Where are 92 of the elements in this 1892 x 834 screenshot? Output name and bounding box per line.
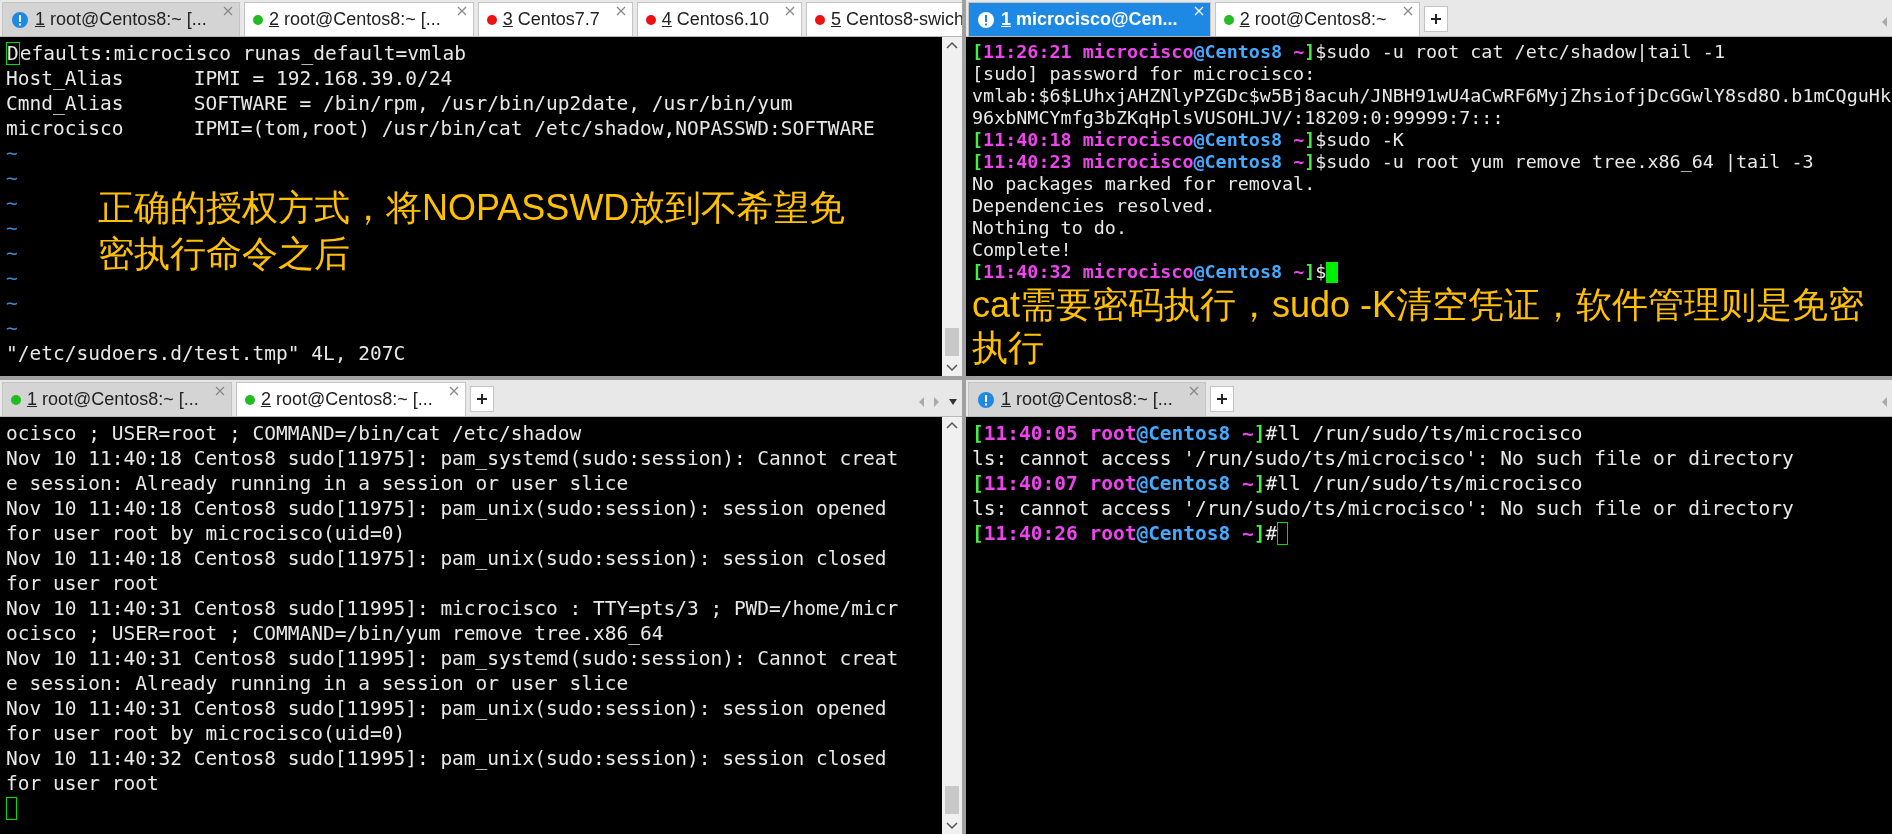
close-icon[interactable]: [1402, 6, 1413, 16]
tab[interactable]: 1 root@Centos8:~ [...: [2, 2, 240, 36]
terminal-line: Nov 10 11:40:18 Centos8 sudo[11975]: pam_unix(sudo:session): session opened: [6, 496, 887, 521]
tilde-marker: ~: [6, 141, 18, 166]
terminal-line: e session: Already running in a session or user slice: [6, 471, 629, 496]
new-tab-button[interactable]: [1209, 386, 1234, 412]
tilde-marker: ~: [6, 166, 18, 191]
close-icon[interactable]: [1188, 386, 1199, 396]
new-tab-button[interactable]: [1423, 6, 1448, 32]
terminal-line: Host_Alias IPMI = 192.168.39.0/24: [6, 66, 453, 91]
close-icon[interactable]: [448, 386, 459, 396]
terminal-line: No packages marked for removal.: [972, 173, 1316, 195]
terminal-line: efaults:microcisco runas_default=vmlab: [19, 41, 466, 66]
command-text: ll /run/sudo/ts/microcisco: [1277, 421, 1583, 446]
tab[interactable]: 1 microcisco@Cen...: [968, 2, 1211, 36]
terminal-line: [sudo] password for microcisco:: [972, 63, 1316, 85]
alert-icon: [977, 10, 995, 29]
scroll-down-icon[interactable]: [946, 364, 958, 372]
terminal-line: for user root: [6, 771, 159, 796]
new-tab-button[interactable]: [469, 386, 494, 412]
terminal-line: for user root by microcisco(uid=0): [6, 721, 406, 746]
scroll-right-icon[interactable]: [933, 396, 940, 408]
scroll-up-icon[interactable]: [946, 41, 958, 49]
dropdown-icon[interactable]: [948, 398, 958, 406]
terminal-line: Nov 10 11:40:32 Centos8 sudo[11995]: pam_unix(sudo:session): session closed: [6, 746, 887, 771]
terminal-line: "/etc/sudoers.d/test.tmp" 4L, 207C: [6, 341, 406, 366]
terminal-line: Nov 10 11:40:31 Centos8 sudo[11995]: pam_systemd(sudo:session): Cannot creat: [6, 646, 899, 671]
scroll-down-icon[interactable]: [946, 822, 958, 830]
close-icon[interactable]: [456, 6, 467, 16]
terminal-line: e session: Already running in a session or user slice: [6, 671, 629, 696]
tilde-marker: ~: [6, 241, 18, 266]
tab[interactable]: 4 Centos6.10: [636, 2, 802, 36]
terminal-line: Nov 10 11:40:31 Centos8 sudo[11995]: pam_unix(sudo:session): session opened: [6, 696, 887, 721]
shell-prompt: [11:40:23 microcisco@Centos8 ~]$: [972, 151, 1327, 173]
command-text: ll /run/sudo/ts/microcisco: [1277, 471, 1583, 496]
shell-prompt: [11:40:26 root@Centos8 ~]#: [972, 521, 1278, 546]
scrollbar-thumb[interactable]: [945, 328, 959, 356]
tab[interactable]: 5 Centos8-swich: [805, 2, 962, 36]
terminal-line: Nov 10 11:40:18 Centos8 sudo[11975]: pam_unix(sudo:session): session closed: [6, 546, 887, 571]
terminal-line: for user root: [6, 571, 159, 596]
tilde-marker: ~: [6, 316, 18, 341]
terminal-line: Cmnd_Alias SOFTWARE = /bin/rpm, /usr/bin/up2date, /usr/bin/yum: [6, 91, 793, 116]
scroll-left-icon[interactable]: [918, 396, 925, 408]
command-text: sudo -u root yum remove tree.x86_64 |tail -3: [1326, 151, 1814, 173]
alert-icon: [11, 10, 29, 29]
terminal-line: ls: cannot access '/run/sudo/ts/microcisco': No such file or directory: [972, 496, 1794, 521]
close-icon[interactable]: [222, 6, 233, 16]
tilde-marker: ~: [6, 266, 18, 291]
terminal-line: ocisco ; USER=root ; COMMAND=/bin/cat /etc/shadow: [6, 421, 582, 446]
close-icon[interactable]: [784, 6, 795, 16]
terminal-line: 96xbNMCYmfg3bZKqHplsVUSOHLJV/:18209:0:99999:7:::: [972, 107, 1504, 129]
close-icon[interactable]: [615, 6, 626, 16]
annotation-text: cat需要密码执行，sudo -K清空凭证，软件管理则是免密执行: [972, 283, 1866, 369]
shell-prompt: [11:26:21 microcisco@Centos8 ~]$: [972, 41, 1327, 63]
scroll-up-icon[interactable]: [946, 421, 958, 429]
alert-icon: [977, 390, 995, 409]
command-text: sudo -u root cat /etc/shadow|tail -1: [1326, 41, 1725, 63]
tilde-marker: ~: [6, 291, 18, 316]
scrollbar-thumb[interactable]: [945, 786, 959, 814]
tab[interactable]: 2 root@Centos8:~ [...: [235, 382, 466, 416]
annotation-text: 正确的授权方式，将NOPASSWD放到不希望免密执行命令之后: [98, 186, 847, 276]
terminal-line: Nov 10 11:40:18 Centos8 sudo[11975]: pam_systemd(sudo:session): Cannot creat: [6, 446, 899, 471]
plus-icon[interactable]: [1429, 13, 1442, 25]
tab[interactable]: 3 Centos7.7: [477, 2, 633, 36]
scrollbar[interactable]: [942, 417, 962, 834]
terminal-line: Complete!: [972, 239, 1072, 261]
plus-icon[interactable]: [475, 393, 488, 405]
scroll-left-icon[interactable]: [1881, 396, 1888, 408]
shell-prompt: [11:40:18 microcisco@Centos8 ~]$: [972, 129, 1327, 151]
tilde-marker: ~: [6, 191, 18, 216]
terminal-line: ocisco ; USER=root ; COMMAND=/bin/yum remove tree.x86_64: [6, 621, 664, 646]
plus-icon[interactable]: [1215, 393, 1228, 405]
tab[interactable]: 2 root@Centos8:~ [...: [243, 2, 474, 36]
terminal-line: Dependencies resolved.: [972, 195, 1216, 217]
cursor-char: D: [6, 42, 20, 65]
tilde-marker: ~: [6, 216, 18, 241]
terminal-line: Nov 10 11:40:31 Centos8 sudo[11995]: microcisco : TTY=pts/3 ; PWD=/home/micr: [6, 596, 899, 621]
shell-prompt: [11:40:05 root@Centos8 ~]#: [972, 421, 1278, 446]
terminal-line: ls: cannot access '/run/sudo/ts/microcisco': No such file or directory: [972, 446, 1794, 471]
tab[interactable]: 2 root@Centos8:~: [1214, 2, 1420, 36]
terminal-line: vmlab:$6$LUhxjAHZNlyPZGDc$w5Bj8acuh/JNBH91wU4aCwRF6MyjZhsiofjDcGGwlY8sd8O.b1mCQguHk: [972, 85, 1891, 107]
command-text: sudo -K: [1326, 129, 1404, 151]
terminal-line: microcisco IPMI=(tom,root) /usr/bin/cat /etc/shadow,NOPASSWD:SOFTWARE: [6, 116, 875, 141]
tab[interactable]: 1 root@Centos8:~ [...: [2, 382, 232, 416]
shell-prompt: [11:40:32 microcisco@Centos8 ~]$: [972, 261, 1327, 283]
scrollbar[interactable]: [942, 37, 962, 376]
tab[interactable]: 1 root@Centos8:~ [...: [968, 382, 1206, 416]
scroll-left-icon[interactable]: [1881, 16, 1888, 28]
shell-prompt: [11:40:07 root@Centos8 ~]#: [972, 471, 1278, 496]
terminal-line: for user root by microcisco(uid=0): [6, 521, 406, 546]
close-icon[interactable]: [214, 386, 225, 396]
terminal-line: Nothing to do.: [972, 217, 1127, 239]
